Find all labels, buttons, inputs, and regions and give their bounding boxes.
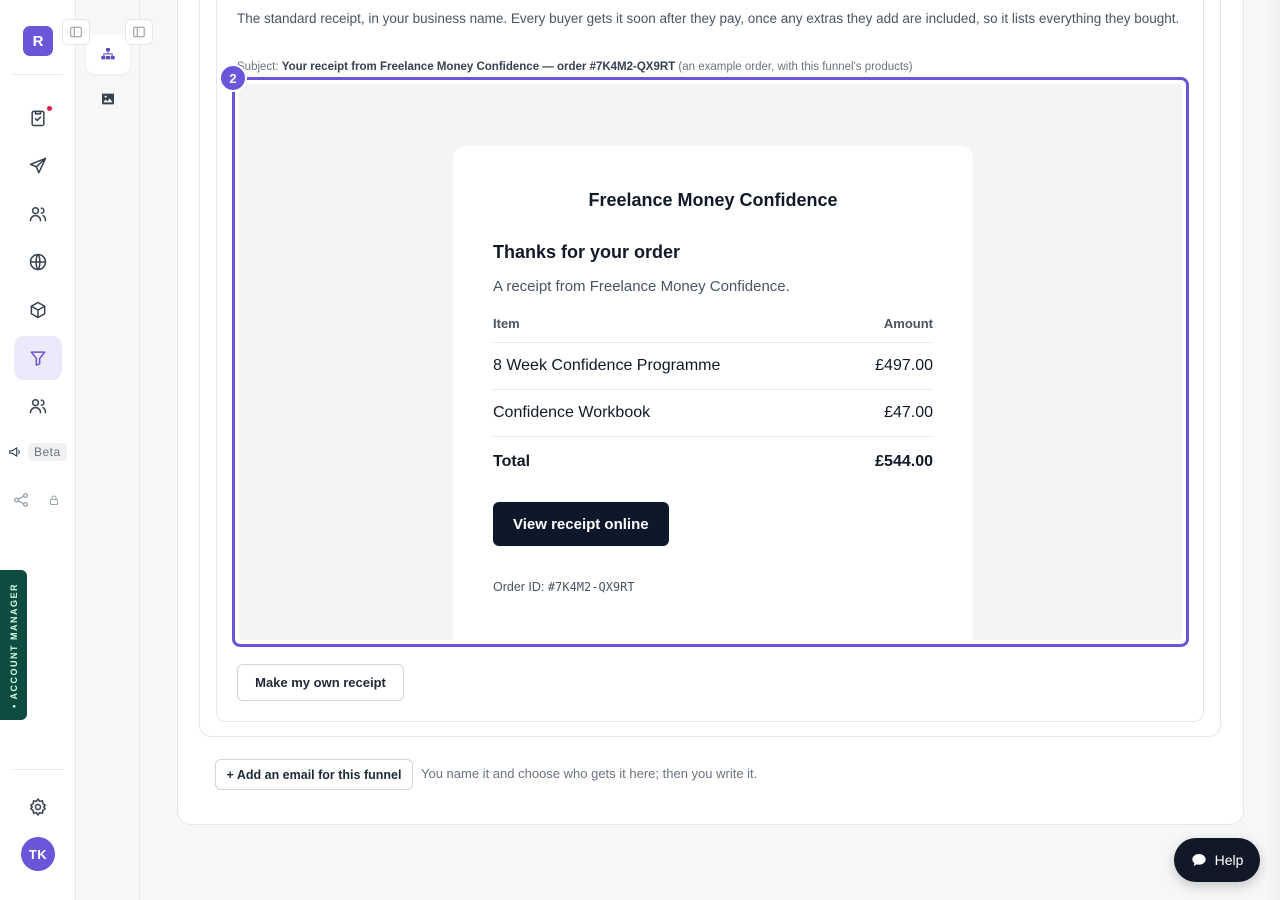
receipt-description: The standard receipt, in your business n… bbox=[237, 11, 1180, 26]
sidebar-item-settings[interactable] bbox=[14, 785, 62, 829]
receipt-table-header: Item Amount bbox=[493, 316, 933, 343]
receipt-table: Item Amount 8 Week Confidence Programme … bbox=[493, 316, 933, 487]
lock-icon bbox=[50, 495, 58, 505]
table-row: Confidence Workbook £47.00 bbox=[493, 390, 933, 437]
email-subheading: A receipt from Freelance Money Confidenc… bbox=[493, 278, 790, 295]
email-heading: Thanks for your order bbox=[493, 242, 681, 262]
help-button[interactable]: Help bbox=[1174, 838, 1260, 882]
funnel-secondary-sidebar bbox=[76, 0, 140, 900]
sidebar-item-audience[interactable] bbox=[14, 192, 62, 236]
email-subject-line: Subject: Your receipt from Freelance Mon… bbox=[237, 61, 913, 73]
make-own-receipt-button[interactable]: Make my own receipt bbox=[237, 664, 404, 701]
sidebar-panel-icon bbox=[133, 26, 145, 38]
table-row: 8 Week Confidence Programme £497.00 bbox=[493, 343, 933, 390]
account-manager-tab[interactable]: • ACCOUNT MANAGER bbox=[0, 570, 27, 720]
share-icon bbox=[13, 492, 29, 508]
line-item-name: Confidence Workbook bbox=[493, 404, 651, 421]
send-icon bbox=[29, 157, 47, 174]
email-brand-name: Freelance Money Confidence bbox=[588, 190, 838, 210]
sidebar-item-broadcasts[interactable] bbox=[14, 144, 62, 188]
globe-icon bbox=[29, 253, 47, 271]
users-icon bbox=[29, 399, 47, 414]
order-id-value: #7K4M2-QX9RT bbox=[547, 580, 635, 594]
add-email-hint: You name it and choose who gets it here;… bbox=[421, 766, 758, 781]
line-item-amount: £47.00 bbox=[884, 404, 933, 421]
settings-icon bbox=[29, 797, 47, 817]
total-label: Total bbox=[493, 453, 531, 470]
email-preview-background: Freelance Money Confidence Thanks for yo… bbox=[239, 84, 1182, 640]
beta-badge: Beta bbox=[28, 443, 67, 461]
column-header-item: Item bbox=[493, 316, 520, 331]
line-item-name: 8 Week Confidence Programme bbox=[493, 357, 721, 374]
sidebar-item-marketing-beta[interactable]: Beta bbox=[8, 443, 67, 461]
step-number-badge: 2 bbox=[219, 64, 247, 92]
funnel-media-tab[interactable] bbox=[86, 79, 130, 119]
toggle-panel-button[interactable] bbox=[125, 19, 153, 45]
total-amount: £544.00 bbox=[875, 453, 933, 470]
sidebar-panel-icon bbox=[70, 26, 82, 38]
sidebar-divider bbox=[13, 74, 63, 75]
checklist-icon bbox=[31, 110, 45, 127]
funnel-icon bbox=[30, 351, 46, 366]
subject-value: Your receipt from Freelance Money Confid… bbox=[281, 61, 676, 73]
megaphone-icon bbox=[9, 447, 20, 457]
scroll-edge bbox=[1268, 0, 1280, 900]
view-receipt-button[interactable]: View receipt online bbox=[493, 502, 669, 546]
product-box-icon bbox=[30, 301, 46, 319]
sidebar-item-sites[interactable] bbox=[14, 240, 62, 284]
image-icon bbox=[102, 93, 114, 105]
audience-icon bbox=[29, 207, 47, 222]
table-total-row: Total £544.00 bbox=[493, 437, 933, 487]
sidebar-item-affiliates-locked[interactable] bbox=[12, 491, 60, 509]
email-preview-card: Freelance Money Confidence Thanks for yo… bbox=[453, 146, 973, 640]
subject-note: (an example order, with this funnel's pr… bbox=[678, 61, 913, 73]
sidebar-divider bbox=[13, 769, 63, 770]
sidebar-item-funnels[interactable] bbox=[14, 336, 62, 380]
notification-dot bbox=[47, 106, 52, 111]
sidebar-item-tasks[interactable] bbox=[14, 96, 62, 140]
help-label: Help bbox=[1214, 852, 1244, 868]
funnel-map-tab[interactable] bbox=[86, 34, 130, 74]
sidebar-item-community[interactable] bbox=[14, 384, 62, 428]
sitemap-icon bbox=[101, 48, 115, 60]
sidebar-item-products[interactable] bbox=[14, 288, 62, 332]
order-id: Order ID: #7K4M2-QX9RT bbox=[493, 580, 933, 594]
primary-sidebar: R Beta • ACCOUNT MANAGER TK bbox=[0, 0, 76, 900]
user-avatar[interactable]: TK bbox=[21, 837, 55, 871]
line-item-amount: £497.00 bbox=[875, 357, 933, 374]
chat-bubble-icon bbox=[1191, 854, 1206, 866]
add-email-button[interactable]: + Add an email for this funnel bbox=[215, 759, 413, 790]
email-preview-frame[interactable]: Freelance Money Confidence Thanks for yo… bbox=[232, 77, 1189, 647]
collapse-sidebar-button[interactable] bbox=[62, 19, 90, 45]
workspace-logo[interactable]: R bbox=[23, 26, 53, 56]
order-id-label: Order ID: bbox=[493, 580, 545, 594]
column-header-amount: Amount bbox=[883, 316, 933, 331]
